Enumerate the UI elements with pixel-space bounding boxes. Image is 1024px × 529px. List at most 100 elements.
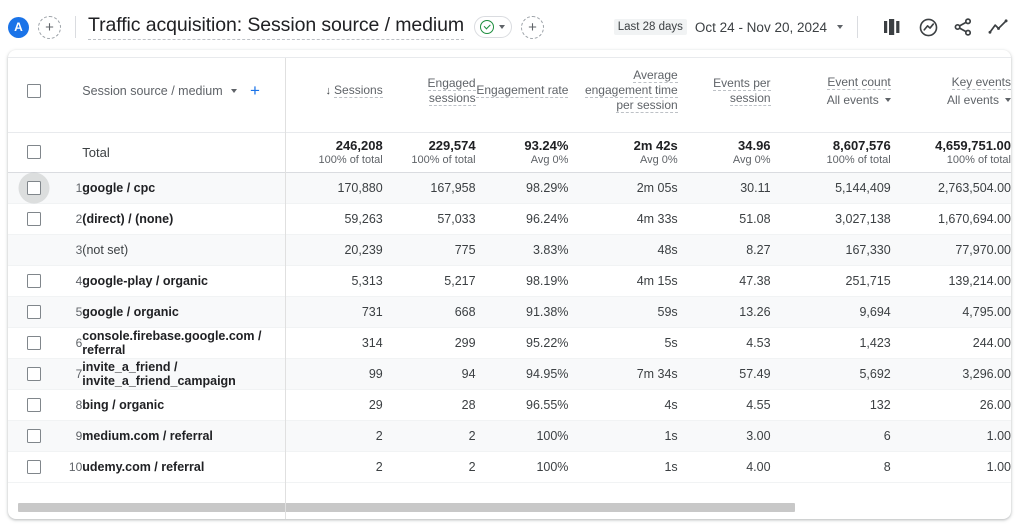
compare-bars-icon[interactable] xyxy=(881,15,905,39)
row-engaged-sessions: 28 xyxy=(382,389,476,421)
row-checkbox[interactable] xyxy=(27,366,42,381)
row-checkbox-cell[interactable] xyxy=(8,265,61,297)
row-checkbox-cell[interactable] xyxy=(8,389,61,421)
total-key-events-cell: 4,659,751.00 100% of total xyxy=(890,131,1011,173)
column-label-events-per-session: Events per session xyxy=(713,75,771,106)
row-key-events: 1.00 xyxy=(890,451,1011,483)
table-row[interactable]: 1 google / cpc 170,880 167,958 98.29% 2m 05s 3… xyxy=(8,172,1011,204)
column-label-key-events: Key events xyxy=(951,74,1011,90)
row-rank: 6 xyxy=(60,327,83,359)
row-checkbox-cell[interactable] xyxy=(8,203,61,235)
rank-header xyxy=(60,50,82,132)
total-events-per-session-cell: 34.96 Avg 0% xyxy=(677,131,771,173)
row-engaged-sessions: 167,958 xyxy=(382,172,476,204)
table-row[interactable]: 5 google / organic 731 668 91.38% 59s 13.26 9,6… xyxy=(8,296,1011,328)
table-row[interactable]: 3 (not set) 20,239 775 3.83% 48s 8.27 167,330 77… xyxy=(8,234,1011,266)
row-dimension-value[interactable]: google-play / organic xyxy=(82,265,290,297)
event-count-filter-select[interactable]: All events xyxy=(827,93,891,107)
column-header-engagement-rate[interactable]: Engagement rate xyxy=(476,50,569,132)
column-header-engaged-sessions[interactable]: Engaged sessions xyxy=(383,50,476,132)
row-checkbox[interactable] xyxy=(27,273,42,288)
key-events-filter-select[interactable]: All events xyxy=(947,93,1011,107)
row-engagement-rate: 96.55% xyxy=(475,389,569,421)
row-checkbox[interactable] xyxy=(27,459,42,474)
event-count-chevron-down-icon[interactable] xyxy=(884,97,891,102)
validity-status-chip[interactable] xyxy=(474,16,513,38)
row-engaged-sessions: 2 xyxy=(382,420,476,452)
table-row[interactable]: 8 bing / organic 29 28 96.55% 4s 4.55 132 26.00 xyxy=(8,389,1011,421)
table-row[interactable]: 7 invite_a_friend / invite_a_friend_campa… xyxy=(8,358,1011,390)
explore-trend-icon[interactable] xyxy=(986,15,1010,39)
row-key-events: 2,763,504.00 xyxy=(890,172,1011,204)
row-events-per-session: 4.53 xyxy=(677,327,771,359)
table-row[interactable]: 10 udemy.com / referral 2 2 100% 1s 4.00 8 1.00 xyxy=(8,451,1011,483)
row-dimension-value[interactable]: invite_a_friend / invite_a_friend_campai… xyxy=(82,358,290,390)
row-rank: 8 xyxy=(60,389,83,421)
insights-icon[interactable] xyxy=(916,15,940,39)
total-rank-cell xyxy=(60,131,83,173)
page-header: A + Traffic acquisition: Session source … xyxy=(0,0,1024,54)
column-header-sessions[interactable]: ↓ Sessions xyxy=(290,50,383,132)
column-header-average-engagement-time[interactable]: Average engagement time per session xyxy=(568,50,678,132)
date-chevron-down-icon[interactable] xyxy=(837,25,843,29)
row-dimension-value[interactable]: (not set) xyxy=(82,234,290,266)
row-dimension-value[interactable]: console.firebase.google.com / referral xyxy=(82,327,290,359)
dimension-chevron-down-icon[interactable] xyxy=(230,89,237,94)
dimension-selector[interactable]: Session source / medium xyxy=(82,84,237,98)
row-checkbox-cell[interactable] xyxy=(8,358,61,390)
row-dimension-value[interactable]: medium.com / referral xyxy=(82,420,290,452)
row-checkbox-cell[interactable] xyxy=(8,420,61,452)
row-key-events: 26.00 xyxy=(890,389,1011,421)
row-avg-time: 2m 05s xyxy=(568,172,678,204)
column-header-key-events[interactable]: Key events All events xyxy=(891,50,1011,132)
table-row[interactable]: 6 console.firebase.google.com / referral 3… xyxy=(8,327,1011,359)
horizontal-scrollbar[interactable] xyxy=(18,503,1001,512)
row-dimension-value[interactable]: udemy.com / referral xyxy=(82,451,290,483)
total-row-checkbox[interactable] xyxy=(27,145,42,159)
row-checkbox-cell[interactable] xyxy=(8,296,61,328)
share-icon[interactable] xyxy=(951,15,975,39)
total-avg-time-cell: 2m 42s Avg 0% xyxy=(568,131,678,173)
column-label-engaged-sessions: Engaged sessions xyxy=(427,75,476,106)
add-comparison-button[interactable]: + xyxy=(38,15,61,39)
date-range-label[interactable]: Oct 24 - Nov 20, 2024 xyxy=(695,20,827,35)
row-event-count: 5,692 xyxy=(770,358,891,390)
scrollbar-thumb[interactable] xyxy=(18,503,795,512)
row-checkbox[interactable] xyxy=(27,428,42,443)
sort-descending-icon[interactable]: ↓ xyxy=(326,85,332,97)
chevron-down-icon xyxy=(499,25,506,29)
row-engagement-rate: 100% xyxy=(475,451,569,483)
row-checkbox[interactable] xyxy=(27,397,42,412)
table-scroll-area[interactable]: Session source / medium + ↓ Sessions Enga… xyxy=(8,50,1011,519)
add-dimension-button[interactable]: + xyxy=(250,81,260,100)
row-checkbox-cell[interactable] xyxy=(8,451,61,483)
row-rank: 5 xyxy=(60,296,83,328)
add-filter-button[interactable]: + xyxy=(521,15,545,39)
row-sessions: 5,313 xyxy=(289,265,383,297)
select-all-checkbox[interactable] xyxy=(27,83,42,98)
total-sessions-cell: 246,208 100% of total xyxy=(289,131,383,173)
row-dimension-value[interactable]: bing / organic xyxy=(82,389,290,421)
row-checkbox-cell[interactable] xyxy=(8,172,61,204)
row-dimension-value[interactable]: google / organic xyxy=(82,296,290,328)
table-row[interactable]: 2 (direct) / (none) 59,263 57,033 96.24% 4m 3… xyxy=(8,203,1011,235)
row-checkbox[interactable] xyxy=(27,304,42,319)
row-dimension-value[interactable]: google / cpc xyxy=(82,172,290,204)
row-sessions: 59,263 xyxy=(289,203,383,235)
row-dimension-value[interactable]: (direct) / (none) xyxy=(82,203,290,235)
row-checkbox[interactable] xyxy=(27,180,42,195)
row-checkbox[interactable] xyxy=(27,335,42,350)
column-label-sessions: Sessions xyxy=(334,83,383,99)
row-events-per-session: 4.00 xyxy=(677,451,771,483)
key-events-chevron-down-icon[interactable] xyxy=(1005,97,1011,102)
column-header-events-per-session[interactable]: Events per session xyxy=(678,50,771,132)
page-title: Traffic acquisition: Session source / me… xyxy=(88,14,464,40)
avatar[interactable]: A xyxy=(8,16,29,38)
column-header-event-count[interactable]: Event count All events xyxy=(771,50,891,132)
table-row[interactable]: 9 medium.com / referral 2 2 100% 1s 3.00 6 1.00 xyxy=(8,420,1011,452)
row-checkbox-cell[interactable] xyxy=(8,327,61,359)
row-checkbox[interactable] xyxy=(27,211,42,226)
total-engaged-value: 229,574 xyxy=(428,138,476,153)
table-row[interactable]: 4 google-play / organic 5,313 5,217 98.19% 4m… xyxy=(8,265,1011,297)
key-events-filter-value: All events xyxy=(946,92,999,107)
